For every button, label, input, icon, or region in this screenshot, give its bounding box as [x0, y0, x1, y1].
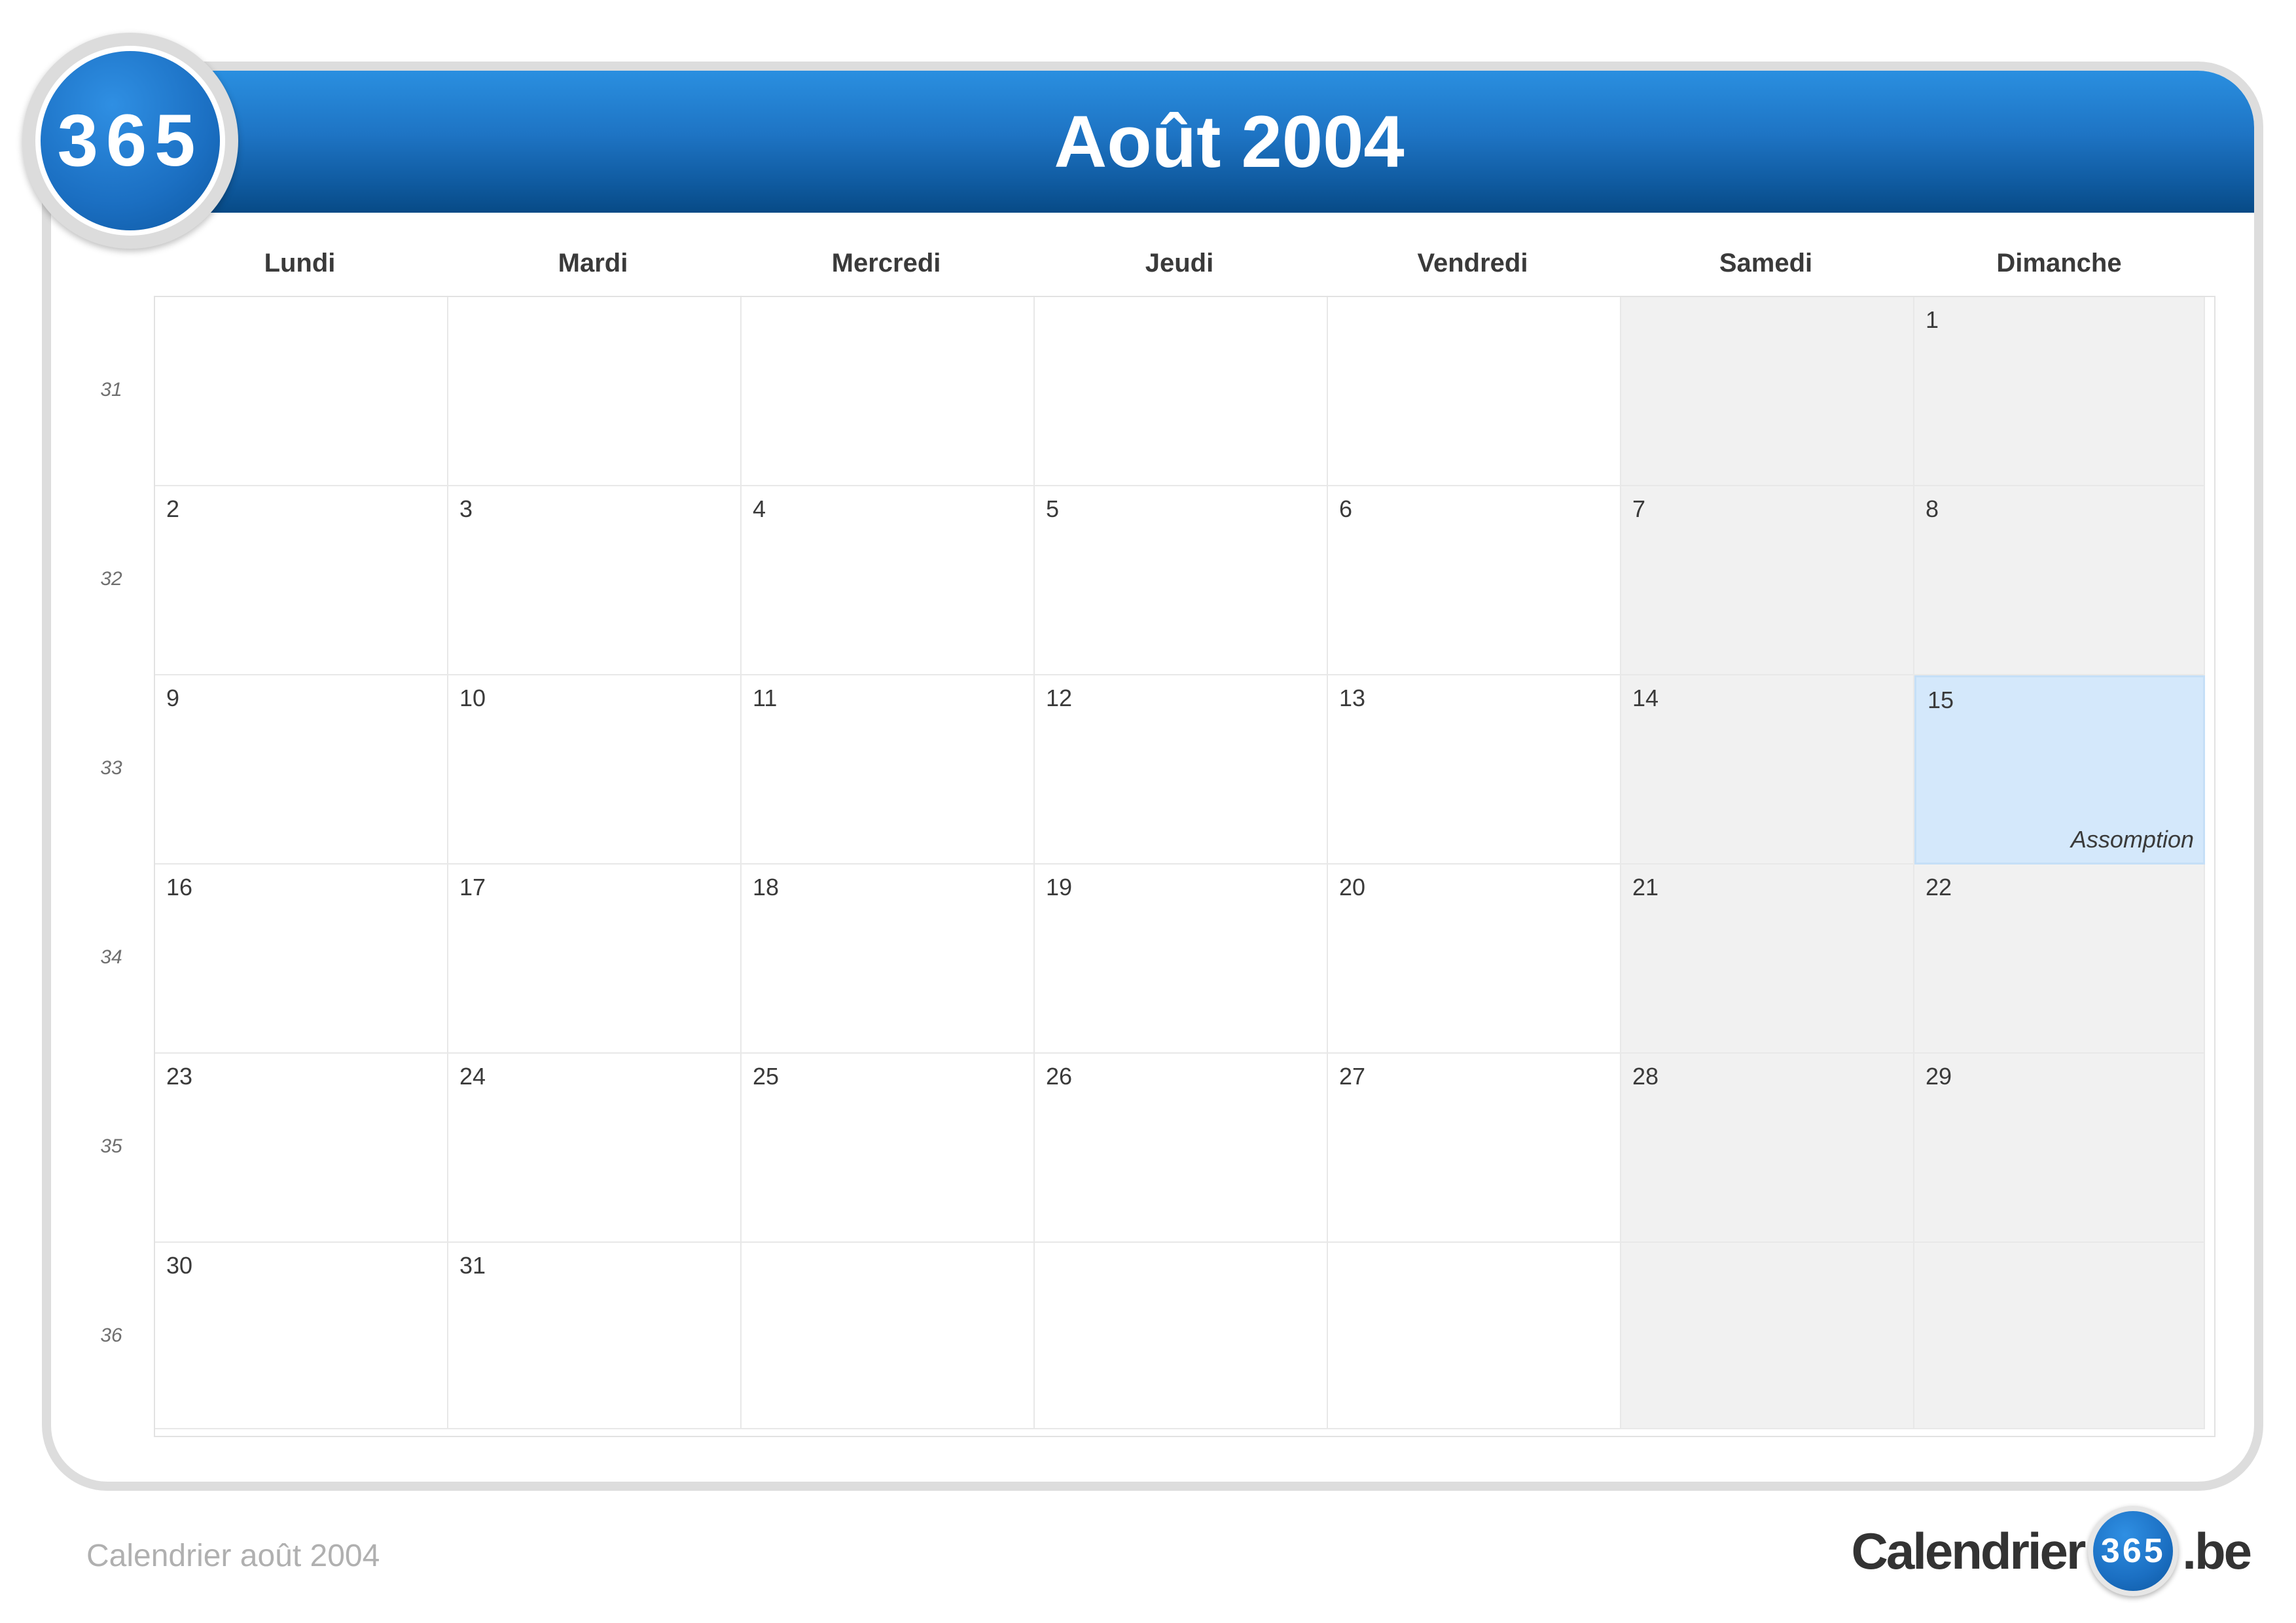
holiday-label: Assomption: [2070, 826, 2194, 853]
week-number: 34: [100, 946, 122, 968]
day-number: 1: [1926, 306, 1939, 333]
day-number: 6: [1339, 495, 1353, 522]
day-number: 17: [459, 874, 486, 901]
brand-prefix: Calendrier: [1851, 1522, 2086, 1580]
day-number: 10: [459, 685, 486, 711]
brand-logo[interactable]: Calendrier 365 .be: [1851, 1502, 2252, 1600]
day-number: 21: [1632, 874, 1659, 901]
day-cell[interactable]: 26: [1035, 1054, 1328, 1243]
weekday-label: Samedi: [1719, 249, 1813, 277]
week-number: 32: [100, 567, 122, 590]
day-number: 20: [1339, 874, 1366, 901]
weekday-label: Mardi: [558, 249, 628, 277]
day-number: 30: [166, 1252, 193, 1279]
day-cell[interactable]: [1621, 1243, 1914, 1429]
day-cell[interactable]: [155, 297, 448, 486]
day-cell[interactable]: 19: [1035, 865, 1328, 1054]
day-cell[interactable]: 17: [448, 865, 742, 1054]
day-cell[interactable]: 22: [1914, 865, 2205, 1054]
day-cell[interactable]: 10: [448, 675, 742, 865]
day-number: 9: [166, 685, 180, 711]
day-cell[interactable]: [448, 297, 742, 486]
day-number: 13: [1339, 685, 1366, 711]
day-cell[interactable]: 6: [1328, 486, 1621, 675]
day-number: 24: [459, 1063, 486, 1090]
day-number: 5: [1046, 495, 1060, 522]
day-cell[interactable]: 25: [742, 1054, 1035, 1243]
day-number: 15: [1928, 687, 1954, 713]
week-number: 36: [100, 1324, 122, 1346]
day-cell[interactable]: 4: [742, 486, 1035, 675]
day-number: 7: [1632, 495, 1646, 522]
day-cell[interactable]: 2: [155, 486, 448, 675]
badge-365-logo: 365: [22, 33, 238, 249]
day-cell[interactable]: 12: [1035, 675, 1328, 865]
day-cell[interactable]: 18: [742, 865, 1035, 1054]
month-title: Août 2004: [1054, 101, 1405, 183]
day-number: 18: [753, 874, 780, 901]
day-cell[interactable]: 20: [1328, 865, 1621, 1054]
day-cell[interactable]: [1035, 1243, 1328, 1429]
day-cell[interactable]: [1914, 1243, 2205, 1429]
brand-365-badge: 365: [2088, 1506, 2179, 1596]
day-cell[interactable]: [1035, 297, 1328, 486]
week-number: 31: [100, 378, 122, 401]
weekday-label: Dimanche: [1996, 249, 2122, 277]
footer-caption: Calendrier août 2004: [86, 1539, 380, 1573]
day-cell[interactable]: [1621, 297, 1914, 486]
day-number: 27: [1339, 1063, 1366, 1090]
day-cell[interactable]: 14: [1621, 675, 1914, 865]
weekday-label: Lundi: [264, 249, 336, 277]
day-cell[interactable]: 21: [1621, 865, 1914, 1054]
day-number: 2: [166, 495, 180, 522]
day-number: 8: [1926, 495, 1939, 522]
day-number: 28: [1632, 1063, 1659, 1090]
day-cell[interactable]: 27: [1328, 1054, 1621, 1243]
day-cell[interactable]: [742, 1243, 1035, 1429]
day-cell[interactable]: 11: [742, 675, 1035, 865]
day-number: 4: [753, 495, 766, 522]
day-number: 12: [1046, 685, 1073, 711]
calendar-grid: 1 2 3 4 5 6 7 8 9 10 11 12 13 14 15 Assomption 16 17 18 19 2…: [154, 296, 2215, 1437]
day-cell[interactable]: 31: [448, 1243, 742, 1429]
day-cell[interactable]: [1328, 1243, 1621, 1429]
brand-suffix: .be: [2182, 1522, 2252, 1580]
weekday-label: Mercredi: [831, 249, 941, 277]
badge-365-text: 365: [41, 51, 220, 230]
day-number: 11: [753, 685, 778, 711]
week-number: 35: [100, 1135, 122, 1157]
day-number: 22: [1926, 874, 1952, 901]
day-cell[interactable]: [1328, 297, 1621, 486]
day-cell[interactable]: 30: [155, 1243, 448, 1429]
weekday-label: Jeudi: [1145, 249, 1214, 277]
day-cell[interactable]: 13: [1328, 675, 1621, 865]
day-number: 26: [1046, 1063, 1073, 1090]
day-cell[interactable]: 5: [1035, 486, 1328, 675]
day-number: 25: [753, 1063, 780, 1090]
day-number: 31: [459, 1252, 486, 1279]
day-number: 19: [1046, 874, 1073, 901]
day-number: 23: [166, 1063, 193, 1090]
day-number: 29: [1926, 1063, 1952, 1090]
day-cell[interactable]: 7: [1621, 486, 1914, 675]
day-number: 16: [166, 874, 193, 901]
day-cell[interactable]: 16: [155, 865, 448, 1054]
day-number: 14: [1632, 685, 1659, 711]
day-cell[interactable]: 3: [448, 486, 742, 675]
day-cell[interactable]: 1: [1914, 297, 2205, 486]
day-cell[interactable]: 24: [448, 1054, 742, 1243]
brand-365-text: 365: [2093, 1511, 2174, 1591]
weekday-label: Vendredi: [1417, 249, 1528, 277]
week-number: 33: [100, 757, 122, 779]
holiday-cell[interactable]: 15 Assomption: [1914, 675, 2205, 865]
day-cell[interactable]: 28: [1621, 1054, 1914, 1243]
day-number: 3: [459, 495, 473, 522]
day-cell[interactable]: 29: [1914, 1054, 2205, 1243]
day-cell[interactable]: 23: [155, 1054, 448, 1243]
month-header: Août 2004: [51, 71, 2254, 213]
day-cell[interactable]: 9: [155, 675, 448, 865]
day-cell[interactable]: 8: [1914, 486, 2205, 675]
day-cell[interactable]: [742, 297, 1035, 486]
